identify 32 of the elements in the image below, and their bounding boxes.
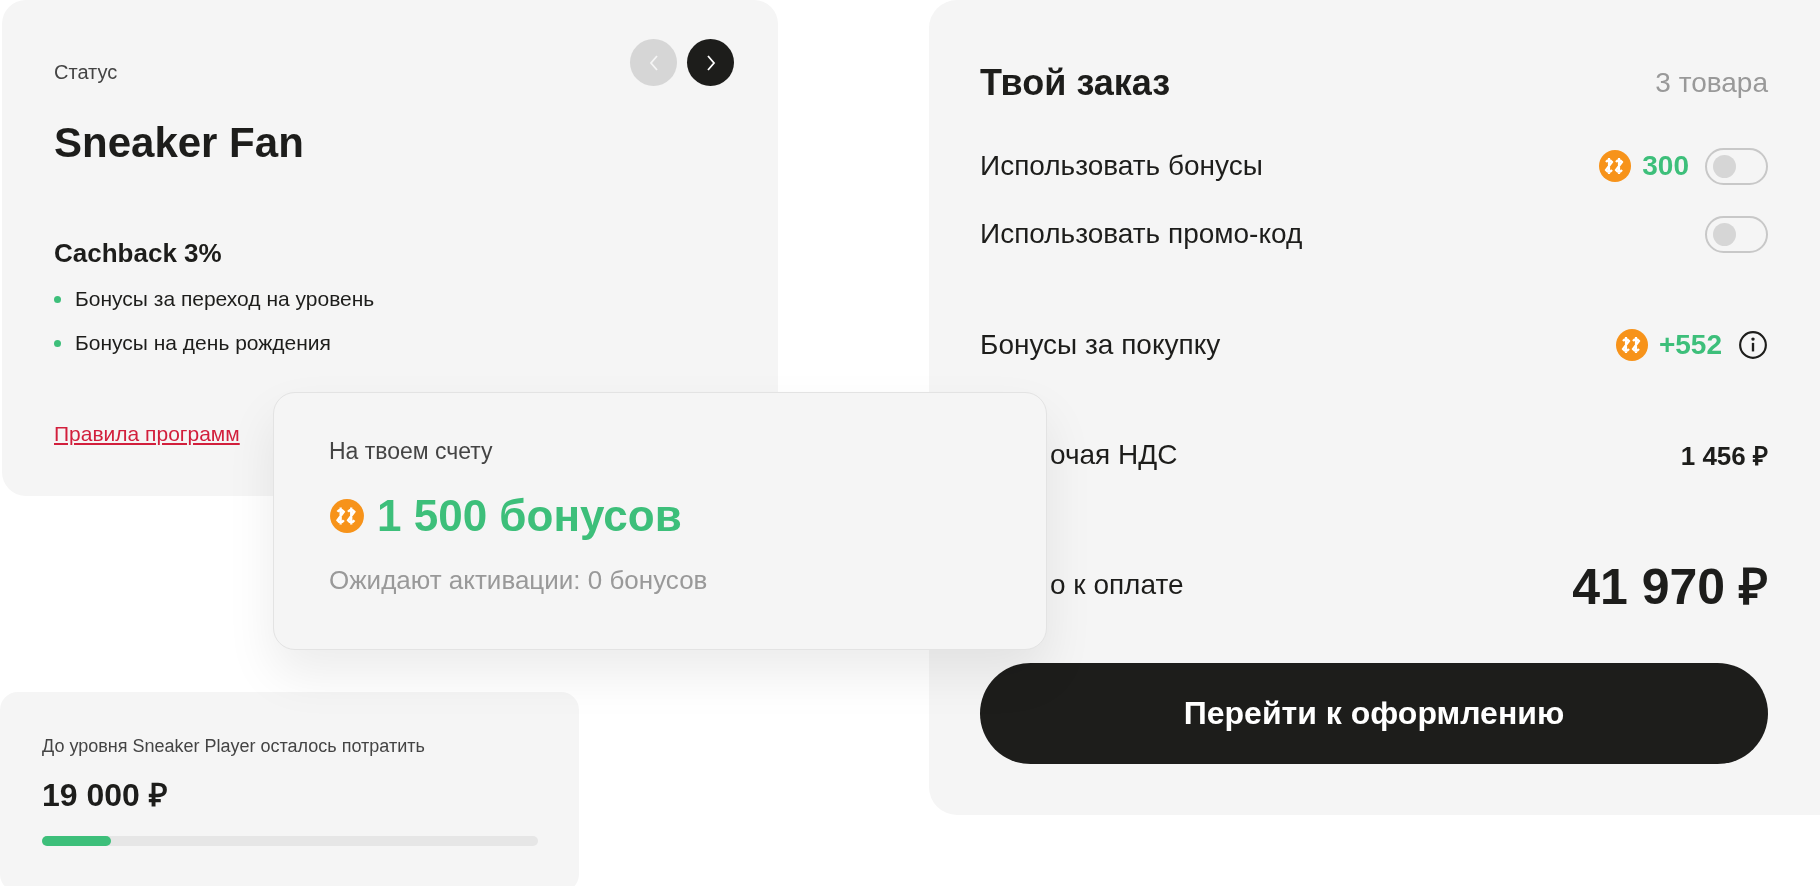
option-label: Использовать бонусы [980,150,1263,182]
option-label: Использовать промо-код [980,218,1303,250]
info-icon[interactable] [1738,330,1768,360]
toggle-switch[interactable] [1705,147,1768,185]
order-title: Твой заказ [980,62,1171,104]
checkout-button[interactable]: Перейти к оформлению [980,663,1768,764]
progress-amount: 19 000 ₽ [42,776,169,814]
pending-bonuses: Ожидают активации: 0 бонусов [329,564,709,597]
perk-item: Бонусы за переход на уровень [75,286,375,312]
total-value: 41 970 ₽ [1572,558,1768,617]
total-label: о к оплате [1049,569,1184,601]
perk-item: Бонусы на день рождения [75,330,331,356]
coin-icon [1598,149,1633,183]
bonus-amount: 300 [1642,150,1689,182]
perk-title: Cachback 3% [54,237,223,270]
vat-value: 1 456 ₽ [1680,440,1768,473]
coin-icon [329,498,365,534]
next-button[interactable] [687,39,734,86]
progress-label: До уровня Sneaker Player осталось потратить [42,735,426,758]
toggle-switch[interactable] [1705,215,1768,253]
item-count: 3 товара [1655,67,1768,99]
purchase-bonus-value: +552 [1658,329,1722,361]
status-title: Sneaker Fan [54,118,305,168]
coin-icon [1614,328,1649,362]
vat-label: очая НДС [1049,439,1178,471]
status-label: Статус [54,60,118,85]
balance-amount: 1 500 бонусов [377,490,682,542]
rules-link[interactable]: Правила программ [54,422,240,446]
purchase-bonus-label: Бонусы за покупку [980,329,1221,361]
bullet-icon [54,339,61,347]
balance-label: На твоем счету [329,437,494,466]
bullet-icon [54,295,61,303]
